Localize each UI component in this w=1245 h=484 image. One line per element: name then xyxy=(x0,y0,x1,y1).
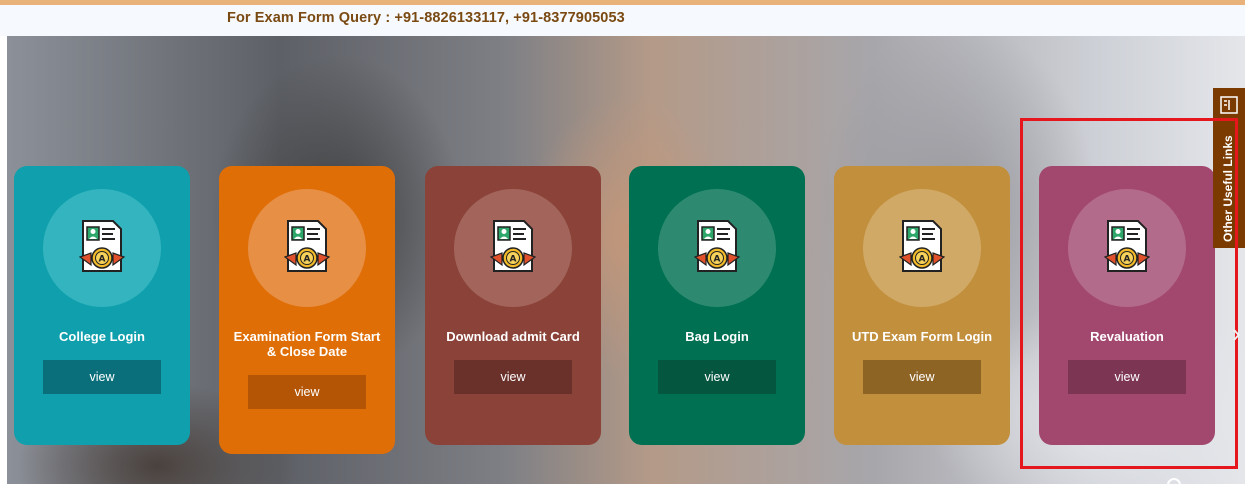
svg-text:A: A xyxy=(919,255,926,265)
certificate-icon: A xyxy=(284,220,330,272)
card-examination-form: A Examination Form Start & Close Date vi… xyxy=(219,166,395,454)
college-login-view-button[interactable]: view xyxy=(43,360,161,394)
card-icon-circle: A xyxy=(454,189,572,307)
certificate-icon: A xyxy=(79,220,125,272)
bag-login-view-button[interactable]: view xyxy=(658,360,776,394)
card-utd-exam-form-login: A UTD Exam Form Login view xyxy=(834,166,1010,445)
card-title: UTD Exam Form Login xyxy=(851,329,993,344)
card-college-login: A College Login view xyxy=(14,166,190,445)
card-icon-circle: A xyxy=(248,189,366,307)
card-bag-login: A Bag Login view xyxy=(629,166,805,445)
certificate-icon: A xyxy=(694,220,740,272)
svg-text:A: A xyxy=(99,255,106,265)
certificate-icon: A xyxy=(490,220,536,272)
info-bar: For Exam Form Query : +91-8826133117, +9… xyxy=(0,5,1245,36)
card-icon-circle: A xyxy=(43,189,161,307)
menu-icon xyxy=(1220,96,1238,114)
examination-form-view-button[interactable]: view xyxy=(248,375,366,409)
svg-text:A: A xyxy=(304,255,311,265)
card-download-admit-card: A Download admit Card view xyxy=(425,166,601,445)
svg-text:A: A xyxy=(510,255,517,265)
chevron-right-icon[interactable]: › xyxy=(1232,318,1241,349)
exam-query-contact: For Exam Form Query : +91-8826133117, +9… xyxy=(227,10,625,26)
svg-text:A: A xyxy=(714,255,721,265)
card-icon-circle: A xyxy=(863,189,981,307)
card-title: Bag Login xyxy=(685,329,749,344)
highlight-box xyxy=(1020,118,1238,469)
card-title: Examination Form Start & Close Date xyxy=(233,329,381,359)
certificate-icon: A xyxy=(899,220,945,272)
card-title: Download admit Card xyxy=(446,329,580,344)
download-admit-card-view-button[interactable]: view xyxy=(454,360,572,394)
utd-exam-form-view-button[interactable]: view xyxy=(863,360,981,394)
card-title: College Login xyxy=(59,329,145,344)
card-icon-circle: A xyxy=(658,189,776,307)
